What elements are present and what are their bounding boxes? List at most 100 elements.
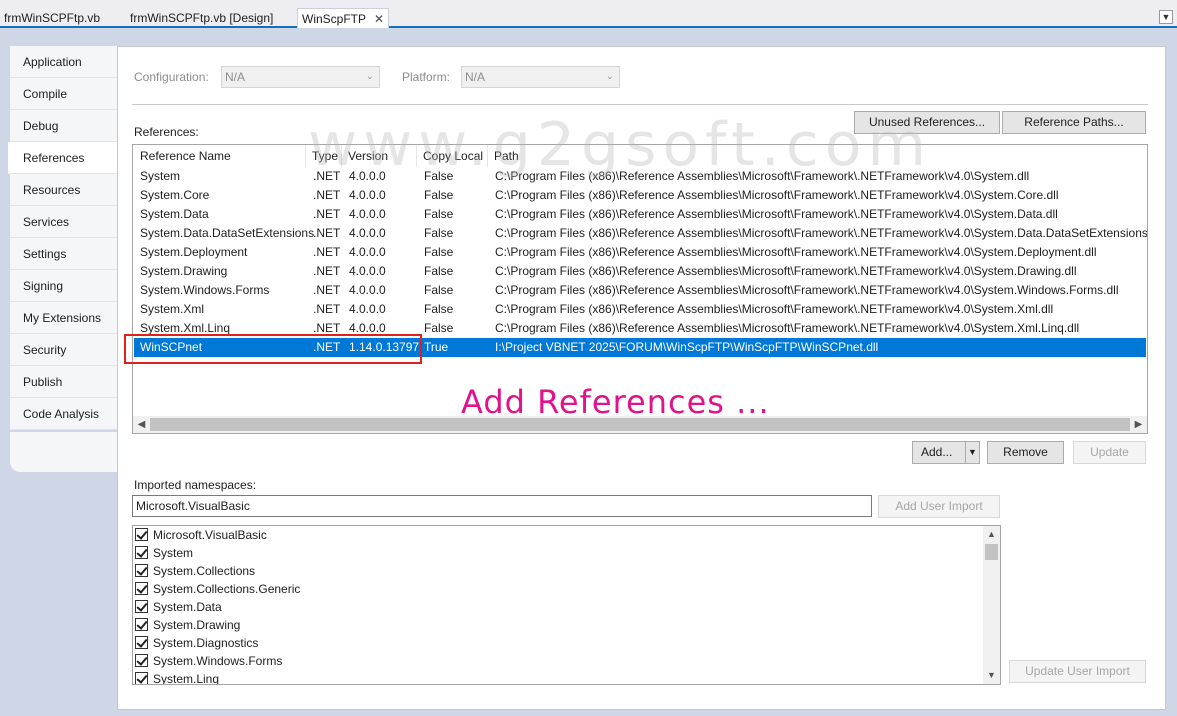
reference-paths-button[interactable]: Reference Paths... (1002, 111, 1146, 134)
chevron-down-icon[interactable]: ▼ (965, 442, 979, 463)
cell-copy: False (424, 207, 454, 221)
highlight-box (124, 334, 422, 364)
table-row[interactable]: System.Deployment .NET 4.0.0.0 False C:\Prog… (134, 243, 1146, 262)
scroll-left-icon[interactable]: ◀ (133, 416, 150, 433)
annotation-text: Add References ... (461, 383, 770, 421)
tab-frmwinscpftp-vb[interactable]: frmWinSCPFtp.vb (0, 8, 100, 28)
nav-item-resources[interactable]: Resources (10, 174, 117, 206)
chevron-down-icon: ⌄ (365, 71, 374, 82)
namespace-input[interactable]: Microsoft.VisualBasic (132, 495, 872, 517)
property-pages-nav: Application Compile Debug References Resourc… (0, 28, 118, 716)
cell-copy: False (424, 226, 454, 240)
cell-name: System.Core (140, 188, 210, 202)
tab-winscpftp[interactable]: WinScpFTP ✕ (297, 8, 390, 29)
project-properties-window: Application Compile Debug References Resourc… (0, 28, 1177, 716)
namespace-label: System.Collections.Generic (153, 582, 301, 596)
nav-item-services[interactable]: Services (10, 206, 117, 238)
list-item[interactable]: System.Windows.Forms (135, 652, 282, 670)
table-row[interactable]: System.Windows.Forms .NET 4.0.0.0 False C:\P… (134, 281, 1146, 300)
tab-winscpftp-label: WinScpFTP (302, 12, 367, 26)
imported-namespaces-label: Imported namespaces: (134, 478, 257, 492)
checkbox-checked-icon[interactable] (135, 636, 148, 649)
tab-frmwinscpftp-design[interactable]: frmWinSCPFtp.vb [Design] (126, 8, 273, 28)
namespace-label: System.Diagnostics (153, 636, 259, 650)
table-row[interactable]: System.Core .NET 4.0.0.0 False C:\Program Fi… (134, 186, 1146, 205)
platform-select[interactable]: N/A ⌄ (461, 66, 620, 88)
cell-version: 4.0.0.0 (349, 264, 386, 278)
vertical-scrollbar[interactable]: ▲ ▼ (983, 526, 1000, 684)
close-icon[interactable]: ✕ (374, 9, 384, 29)
checkbox-checked-icon[interactable] (135, 654, 148, 667)
nav-item-security[interactable]: Security (10, 334, 117, 366)
checkbox-checked-icon[interactable] (135, 546, 148, 559)
cell-path: C:\Program Files (x86)\Reference Assembl… (495, 302, 1054, 316)
column-header-reference-name[interactable]: Reference Name (134, 145, 306, 167)
cell-copy: True (424, 340, 449, 354)
list-item[interactable]: System (135, 544, 193, 562)
update-reference-button[interactable]: Update (1073, 441, 1146, 464)
cell-path: C:\Program Files (x86)\Reference Assembl… (495, 283, 1119, 297)
references-page: Configuration: N/A ⌄ Platform: N/A ⌄ Refer… (117, 46, 1166, 710)
list-item[interactable]: System.Drawing (135, 616, 240, 634)
scroll-right-icon[interactable]: ▶ (1130, 416, 1147, 433)
cell-path: C:\Program Files (x86)\Reference Assembl… (495, 207, 1058, 221)
cell-copy: False (424, 302, 454, 316)
list-item[interactable]: System.Collections (135, 562, 255, 580)
list-item[interactable]: System.Diagnostics (135, 634, 258, 652)
nav-item-application[interactable]: Application (10, 46, 117, 78)
nav-item-my-extensions[interactable]: My Extensions (10, 302, 117, 334)
checkbox-checked-icon[interactable] (135, 564, 148, 577)
nav-item-references[interactable]: References (8, 142, 118, 174)
cell-path: C:\Program Files (x86)\Reference Assembl… (495, 245, 1097, 259)
checkbox-checked-icon[interactable] (135, 672, 148, 684)
table-row[interactable]: System.Xml .NET 4.0.0.0 False C:\Program Fil… (134, 300, 1146, 319)
remove-reference-button[interactable]: Remove (987, 441, 1064, 464)
checkbox-checked-icon[interactable] (135, 618, 148, 631)
nav-item-code-analysis[interactable]: Code Analysis (10, 398, 117, 430)
tab-dropdown-icon[interactable]: ▼ (1159, 10, 1173, 24)
references-label: References: (134, 125, 199, 139)
nav-item-settings[interactable]: Settings (10, 238, 117, 270)
nav-bottom-panel (10, 432, 117, 472)
configuration-label: Configuration: (134, 70, 209, 84)
cell-path: C:\Program Files (x86)\Reference Assembl… (495, 188, 1059, 202)
list-item[interactable]: System.Collections.Generic (135, 580, 300, 598)
nav-item-publish[interactable]: Publish (10, 366, 117, 398)
cell-path: C:\Program Files (x86)\Reference Assembl… (495, 264, 1077, 278)
list-item[interactable]: System.Linq (135, 670, 219, 684)
list-item[interactable]: System.Data (135, 598, 222, 616)
cell-name: System (140, 169, 181, 183)
table-row[interactable]: System.Data.DataSetExtensions .NET 4.0.0.0… (134, 224, 1147, 243)
scroll-up-icon[interactable]: ▲ (983, 526, 1000, 543)
add-user-import-button[interactable]: Add User Import (878, 495, 1000, 518)
update-user-import-button[interactable]: Update User Import (1009, 660, 1146, 683)
checkbox-checked-icon[interactable] (135, 582, 148, 595)
scrollbar-thumb[interactable] (985, 544, 998, 560)
checkbox-checked-icon[interactable] (135, 528, 148, 541)
nav-item-debug[interactable]: Debug (10, 110, 117, 142)
configuration-value: N/A (225, 70, 246, 84)
scroll-down-icon[interactable]: ▼ (983, 667, 1000, 684)
namespace-label: System (153, 546, 194, 560)
imported-namespaces-list[interactable]: Microsoft.VisualBasic System System.Collec… (132, 525, 1001, 685)
namespace-label: System.Collections (153, 564, 256, 578)
namespace-label: System.Windows.Forms (153, 654, 283, 668)
table-row[interactable]: System.Data .NET 4.0.0.0 False C:\Program Fi… (134, 205, 1146, 224)
table-row[interactable]: System.Drawing .NET 4.0.0.0 False C:\Program… (134, 262, 1146, 281)
add-reference-button[interactable]: Add... ▼ (912, 441, 980, 464)
cell-type: .NET (313, 283, 341, 297)
watermark: www.g2gsoft.com (308, 110, 932, 180)
nav-item-signing[interactable]: Signing (10, 270, 117, 302)
list-item[interactable]: Microsoft.VisualBasic (135, 526, 267, 544)
cell-type: .NET (313, 302, 341, 316)
cell-type: .NET (313, 226, 341, 240)
nav-item-compile[interactable]: Compile (10, 78, 117, 110)
checkbox-checked-icon[interactable] (135, 600, 148, 613)
cell-version: 4.0.0.0 (349, 245, 386, 259)
configuration-select[interactable]: N/A ⌄ (221, 66, 380, 88)
cell-name: System.Drawing (140, 264, 228, 278)
cell-path: I:\Project VBNET 2025\FORUM\WinScpFTP\Wi… (495, 340, 879, 354)
document-tab-strip: frmWinSCPFtp.vb frmWinSCPFtp.vb [Design]… (0, 0, 1177, 28)
namespace-label: System.Data (153, 600, 222, 614)
cell-name: System.Data (140, 207, 209, 221)
